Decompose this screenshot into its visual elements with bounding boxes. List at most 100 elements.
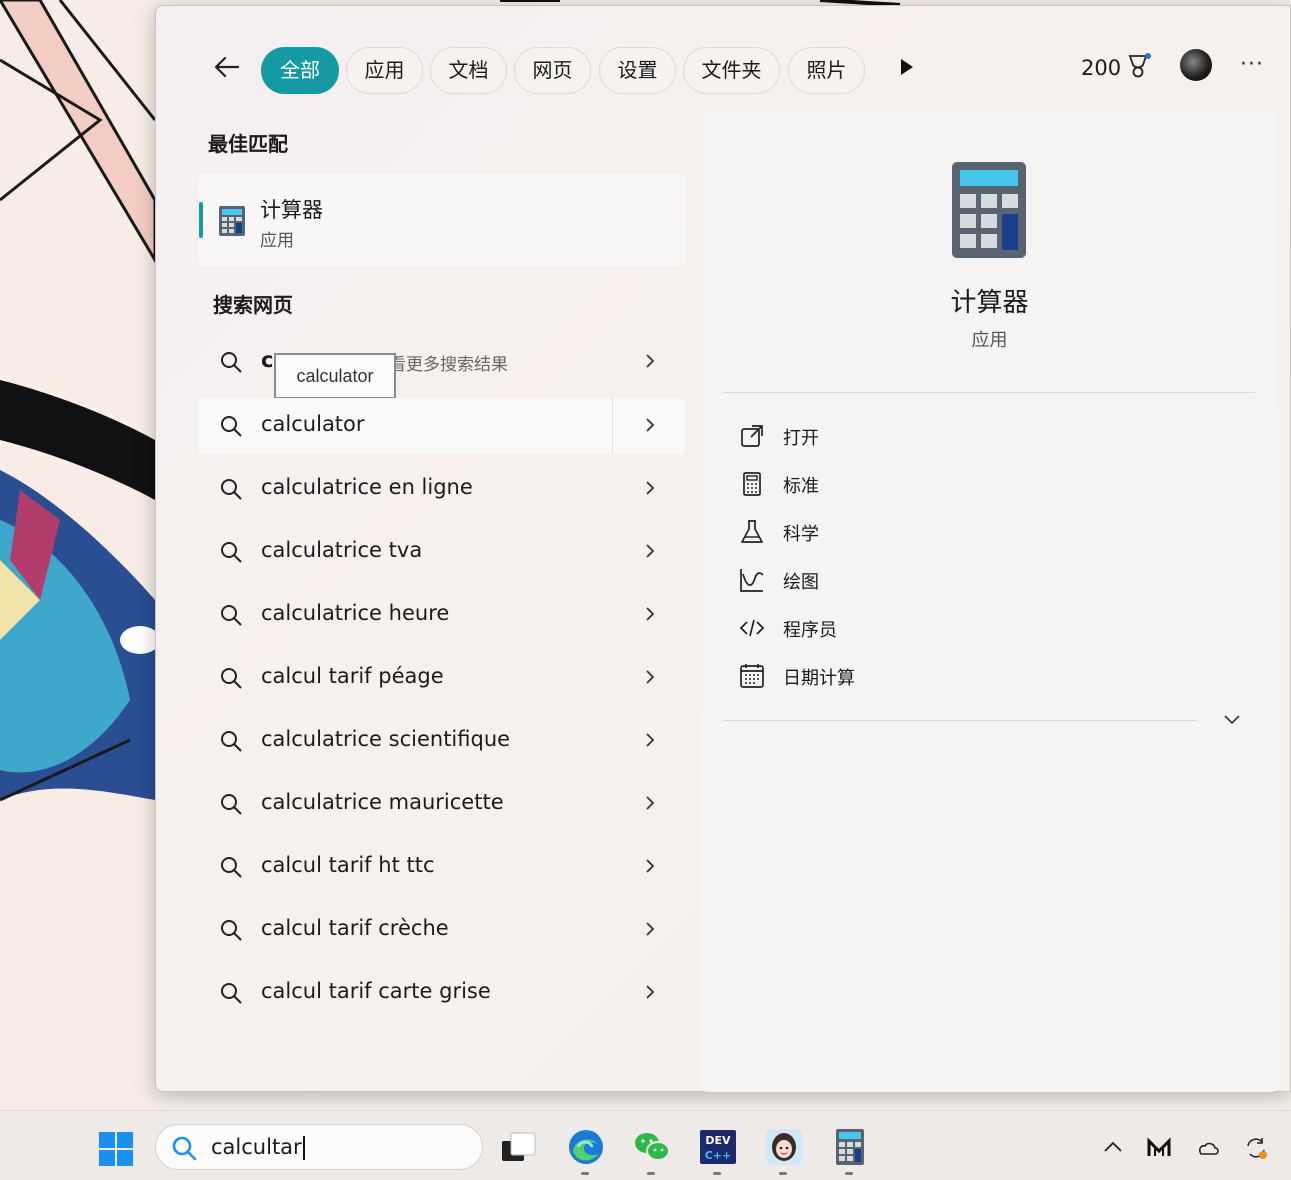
task-view-button[interactable] (498, 1127, 538, 1167)
web-suggestion[interactable]: calcul tarif crèche (199, 902, 685, 958)
calculator-app-icon (952, 162, 1026, 258)
action-graphing[interactable]: 绘图 (738, 560, 1038, 600)
suggestion-label: calcul tarif crèche (261, 916, 449, 940)
running-indicator (647, 1172, 655, 1175)
action-label: 打开 (783, 428, 819, 449)
arrow-left-icon (214, 56, 240, 78)
svg-text:DEV: DEV (705, 1134, 731, 1147)
preview-pane: 计算器 应用 打开 标准 科学 绘图 程序员 日期计算 (700, 110, 1279, 1092)
web-suggestion[interactable]: calculator (199, 398, 685, 454)
calendar-icon (740, 664, 764, 688)
web-suggestion[interactable]: calculatrice tva (199, 524, 685, 580)
search-icon (221, 794, 242, 815)
taskbar-search-box[interactable]: calcultar (155, 1124, 483, 1170)
search-icon (221, 416, 242, 437)
suggestion-label: calcul tarif carte grise (261, 979, 491, 1003)
character-avatar-icon (766, 1129, 802, 1165)
web-suggestion[interactable]: calculatrice heure (199, 587, 685, 643)
start-button[interactable] (98, 1131, 134, 1167)
graph-icon (740, 569, 764, 592)
tab-documents[interactable]: 文档 (430, 47, 507, 94)
chevron-up-icon (1104, 1141, 1122, 1152)
web-suggestion[interactable]: calculatrice en ligne (199, 461, 685, 517)
search-icon (221, 605, 242, 626)
tab-photos[interactable]: 照片 (788, 47, 865, 94)
edge-icon (569, 1130, 603, 1164)
action-date-calculation[interactable]: 日期计算 (738, 656, 1038, 696)
action-scientific[interactable]: 科学 (738, 512, 1038, 552)
taskbar-wechat[interactable] (632, 1127, 672, 1175)
back-button[interactable] (208, 48, 248, 88)
cloud-icon (1198, 1142, 1219, 1155)
start-search-panel: 全部 应用 文档 网页 设置 文件夹 照片 200 ··· 最佳匹配 计算器 应… (155, 5, 1291, 1092)
more-tabs-button[interactable] (896, 56, 918, 78)
calculator-app-icon (836, 1129, 864, 1165)
action-standard[interactable]: 标准 (738, 464, 1038, 504)
more-options-button[interactable]: ··· (1240, 52, 1264, 77)
suggestion-label: calculatrice scientifique (261, 727, 511, 751)
action-label: 绘图 (783, 572, 819, 593)
open-external-icon (741, 425, 763, 447)
chevron-right-icon (646, 733, 655, 747)
calculator-icon (743, 472, 761, 496)
search-icon (221, 668, 242, 689)
web-suggestion[interactable]: calculatrice mauricette (199, 776, 685, 832)
search-icon (221, 857, 242, 878)
action-open[interactable]: 打开 (738, 416, 1038, 456)
chevron-right-icon (646, 607, 655, 621)
suggestion-label: calculatrice en ligne (261, 475, 473, 499)
web-suggestion[interactable]: calculatrice scientifique (199, 713, 685, 769)
divider (723, 720, 1197, 721)
search-icon (221, 479, 242, 500)
taskbar-avatar-app[interactable] (764, 1127, 804, 1175)
filter-bar: 全部 应用 文档 网页 设置 文件夹 照片 200 ··· (156, 6, 1290, 116)
onedrive-button[interactable] (1195, 1135, 1221, 1161)
chevron-right-icon (646, 859, 655, 873)
web-search-more-results[interactable]: ca 看更多搜索结果 (199, 334, 685, 390)
search-icon (221, 352, 242, 373)
web-suggestion[interactable]: calcul tarif ht ttc (199, 839, 685, 895)
trophy-icon (1128, 53, 1151, 78)
running-indicator (779, 1172, 787, 1175)
svg-text:C++: C++ (705, 1149, 732, 1162)
tab-folders[interactable]: 文件夹 (683, 47, 780, 94)
taskbar-calculator[interactable] (830, 1127, 870, 1175)
dev-cpp-icon: DEV C++ (700, 1130, 736, 1164)
suggestion-label: calculator (261, 412, 365, 436)
action-programmer[interactable]: 程序员 (738, 608, 1038, 648)
suggestion-label: calculatrice mauricette (261, 790, 504, 814)
tab-settings[interactable]: 设置 (599, 47, 676, 94)
tab-apps[interactable]: 应用 (346, 47, 423, 94)
chevron-right-icon (646, 670, 655, 684)
tab-all[interactable]: 全部 (261, 47, 339, 94)
action-label: 日期计算 (783, 668, 855, 689)
running-indicator (581, 1172, 589, 1175)
tab-web[interactable]: 网页 (514, 47, 591, 94)
running-indicator (845, 1172, 853, 1175)
sync-status-button[interactable] (1243, 1135, 1269, 1161)
taskbar-dev-cpp[interactable]: DEV C++ (698, 1127, 738, 1175)
taskbar-edge[interactable] (566, 1127, 606, 1175)
preview-title: 计算器 (950, 288, 1029, 318)
web-suggestion[interactable]: calcul tarif carte grise (199, 965, 685, 1021)
web-search-heading: 搜索网页 (213, 293, 293, 317)
web-suggestion[interactable]: calcul tarif péage (199, 650, 685, 706)
taskbar: calcultar DEV C++ (0, 1110, 1291, 1180)
m-logo-icon (1147, 1137, 1171, 1156)
wechat-icon (635, 1133, 670, 1161)
suggestion-label: calculatrice tva (261, 538, 423, 562)
rewards-points[interactable]: 200 (1081, 56, 1121, 80)
task-view-icon (502, 1132, 536, 1161)
search-icon (172, 1136, 197, 1161)
chevron-right-icon (646, 796, 655, 810)
rewards-button[interactable] (1124, 52, 1152, 80)
best-match-result[interactable]: 计算器 应用 (199, 174, 685, 266)
account-avatar[interactable] (1180, 49, 1212, 81)
tray-app-m[interactable] (1146, 1135, 1172, 1161)
chevron-down-icon[interactable] (1222, 713, 1242, 727)
taskbar-search-input[interactable]: calcultar (211, 1135, 305, 1160)
chevron-right-icon (646, 922, 655, 936)
show-hidden-icons-button[interactable] (1100, 1135, 1126, 1161)
chevron-right-icon[interactable] (643, 417, 657, 433)
best-match-title: 计算器 (260, 198, 323, 222)
